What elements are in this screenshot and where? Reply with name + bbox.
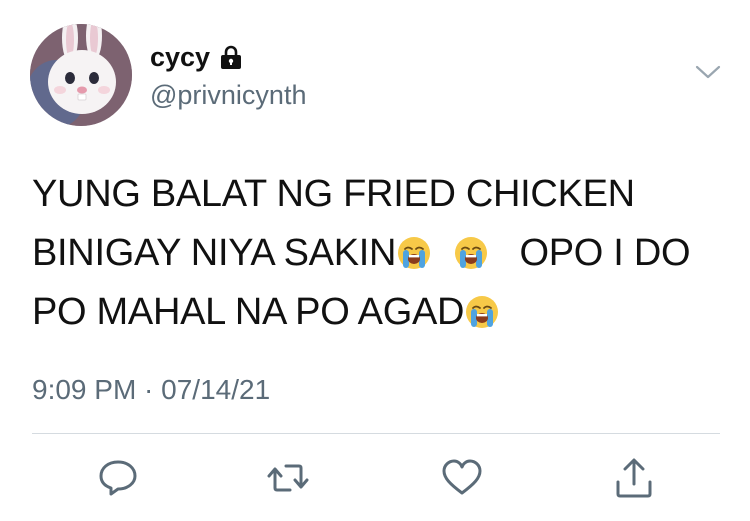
share-icon [616, 458, 652, 498]
heart-icon [442, 459, 482, 495]
display-name-row[interactable]: cycy [150, 40, 242, 74]
reply-button[interactable] [96, 456, 140, 500]
more-options-caret-icon[interactable] [694, 62, 722, 82]
tweet-text-segment: BINIGAY NIYA SAKIN [32, 232, 397, 274]
tweet-text-segment: OPO I DO [519, 232, 691, 274]
bunny-avatar-image [30, 24, 132, 126]
tweet-timestamp[interactable]: 9:09 PM · 07/14/21 [32, 372, 270, 408]
retweet-icon [267, 464, 309, 492]
tweet-text-segment: PO MAHAL NA PO AGAD [32, 291, 465, 333]
share-button[interactable] [612, 456, 656, 500]
like-button[interactable] [440, 456, 484, 500]
tweet-text: YUNG BALAT NG FRIED CHICKEN BINIGAY NIYA… [32, 165, 722, 342]
loudly-crying-face-icon [453, 235, 489, 271]
action-bar [0, 456, 750, 500]
retweet-button[interactable] [266, 456, 310, 500]
loudly-crying-face-icon [464, 294, 500, 330]
reply-icon [99, 460, 137, 496]
divider [32, 433, 720, 434]
tweet-text-line-1: YUNG BALAT NG FRIED CHICKEN [32, 173, 635, 215]
display-name[interactable]: cycy [150, 40, 210, 74]
tweet-text-line-3: PO MAHAL NA PO AGAD [32, 283, 722, 342]
lock-icon [220, 44, 242, 70]
tweet-card: cycy @privnicynth YUNG BALAT NG FRIED CH… [0, 0, 750, 521]
avatar[interactable] [30, 24, 132, 126]
tweet-text-line-2: BINIGAY NIYA SAKIN OPO I DO [32, 224, 722, 283]
user-handle[interactable]: @privnicynth [150, 78, 306, 112]
loudly-crying-face-icon [396, 235, 432, 271]
